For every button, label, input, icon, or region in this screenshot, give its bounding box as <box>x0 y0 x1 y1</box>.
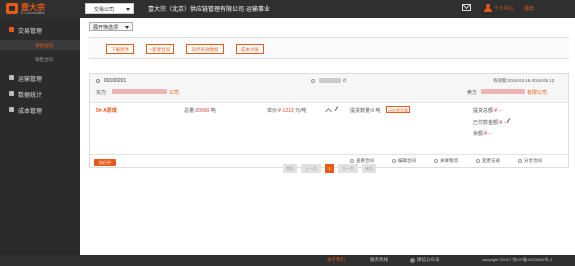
share-contract-icon <box>518 159 522 163</box>
contract-card: 00100201 d 有效期:2018.04.16-2018.05.12 买方:… <box>89 73 569 168</box>
redacted-seller <box>481 89 525 94</box>
sidebar-subitem-label: 采购合同 <box>35 43 53 48</box>
footer: 关于我们 服务热线 微信公众号 copyright ©2017 京ICP备140… <box>0 255 575 266</box>
action-bar: 下载附件 +新建合同 同步有效数据 成本对账 <box>89 37 569 59</box>
download-attachment-button[interactable]: 下载附件 <box>106 44 134 54</box>
seller-suffix: 有限公司 <box>527 90 548 96</box>
balance: 余额:¥ -- <box>473 131 492 137</box>
status-badge: 执行中 <box>94 159 116 166</box>
company-select-value: 交易公司 <box>94 7 115 13</box>
unit-price: 单价:¥ 1213 元/吨 <box>267 108 307 114</box>
sidebar-item-cost[interactable]: 成本管理 <box>0 104 80 115</box>
filter-toggle-button[interactable]: 展开筛选项 <box>89 22 133 31</box>
edit-contract-link[interactable]: 编辑合同 <box>398 158 416 164</box>
link-logistics-link[interactable]: 关联物流 <box>440 158 458 164</box>
chevron-down-icon <box>126 8 130 11</box>
edit-price-icon[interactable] <box>334 106 339 111</box>
sidebar: 交易管理 采购合同 销售合同 运输管理 数据统计 成本管理 <box>0 18 80 255</box>
sidebar-item-label: 运输管理 <box>18 77 43 83</box>
top-right-tools: 个人中心 退出 <box>462 3 572 15</box>
buyer-label: 买方: <box>96 90 108 96</box>
mail-icon[interactable] <box>462 4 471 11</box>
contract-card-header: 00100201 d 有效期:2018.04.16-2018.05.12 买方:… <box>90 74 568 103</box>
cost-icon <box>9 107 14 112</box>
contract-radio[interactable] <box>96 79 100 83</box>
wechat-icon <box>410 258 415 263</box>
filter-toggle-label: 展开筛选项 <box>93 25 119 31</box>
edit-paid-icon[interactable] <box>506 118 511 123</box>
trade-icon <box>9 27 14 32</box>
company-select[interactable]: 交易公司 <box>85 3 134 14</box>
logo-subtext: E-Commodities <box>21 11 45 15</box>
page-title: 壹大宗（北京）供应链管理有限公司·运输事业 <box>148 7 270 13</box>
buyer-suffix: 公司 <box>169 90 180 96</box>
user-center-link[interactable]: 个人中心 <box>494 5 514 12</box>
footer-copyright: copyright ©2017 京ICP备14029652号-2 <box>482 257 553 262</box>
pickup-history-tag[interactable]: 历史提货量 <box>386 106 410 113</box>
pager-first[interactable]: 首页 <box>283 164 297 173</box>
link-logistics-icon <box>434 159 438 163</box>
footer-hotline: 服务热线 <box>370 257 388 262</box>
chevron-up-icon[interactable] <box>324 107 333 116</box>
logout-link[interactable]: 退出 <box>524 5 534 12</box>
pager-prev[interactable]: 上一页 <box>301 164 321 173</box>
footer-about-link[interactable]: 关于我们 <box>327 257 345 263</box>
chevron-down-icon <box>125 26 129 29</box>
location-suffix: d <box>343 78 346 84</box>
redacted-buyer <box>112 89 167 94</box>
logo[interactable]: 壹大宗 E-Commodities <box>6 2 54 16</box>
sidebar-item-label: 成本管理 <box>18 109 43 115</box>
sidebar-item-trade[interactable]: 交易管理 <box>0 24 80 35</box>
footer-wechat-link[interactable]: 微信公众号 <box>417 257 440 263</box>
contract-validity: 有效期:2018.04.16-2018.05.12 <box>493 78 555 83</box>
sidebar-item-label: 数据统计 <box>18 93 43 99</box>
total-quantity: 总量:20000 吨 <box>184 108 216 114</box>
share-contract-link[interactable]: 分享合同 <box>524 158 542 164</box>
main-content: 展开筛选项 下载附件 +新建合同 同步有效数据 成本对账 00100201 d … <box>80 18 575 255</box>
pickup-quantity: 提货数量:0 吨 <box>350 108 381 114</box>
sidebar-subitem-purchase[interactable]: 采购合同 <box>0 40 80 50</box>
user-icon[interactable] <box>484 4 492 12</box>
top-bar: 壹大宗 E-Commodities 交易公司 壹大宗（北京）供应链管理有限公司·… <box>0 0 575 18</box>
redacted-location <box>319 78 341 83</box>
view-contract-icon <box>350 159 354 163</box>
sidebar-subitem-label: 销售合同 <box>35 57 53 62</box>
sidebar-item-label: 交易管理 <box>18 29 43 35</box>
pickup-amount: 提货总额:¥ -- <box>473 108 502 114</box>
logo-mark-icon <box>6 3 18 14</box>
paid-amount: 已付款金额:¥ -- <box>473 120 507 126</box>
edit-contract-icon <box>392 159 396 163</box>
change-log-icon <box>476 159 480 163</box>
pager-current[interactable]: 1 <box>325 164 334 173</box>
sync-data-button[interactable]: 同步有效数据 <box>186 44 224 54</box>
location-icon <box>311 79 315 83</box>
sidebar-item-transport[interactable]: 运输管理 <box>0 72 80 83</box>
pager-next[interactable]: 下一页 <box>338 164 358 173</box>
new-contract-button[interactable]: +新建合同 <box>146 44 174 54</box>
stats-icon <box>9 91 14 96</box>
transport-icon <box>9 75 14 80</box>
seller-label: 卖方 <box>467 90 478 96</box>
product-name: 5#-A原煤 <box>96 108 117 114</box>
sidebar-item-stats[interactable]: 数据统计 <box>0 88 80 99</box>
contract-number: 00100201 <box>104 78 127 84</box>
change-log-link[interactable]: 变更记录 <box>482 158 500 164</box>
sidebar-subitem-sales[interactable]: 销售合同 <box>0 54 80 64</box>
pager-last[interactable]: 末页 <box>362 164 376 173</box>
cost-reconcile-button[interactable]: 成本对账 <box>236 44 264 54</box>
